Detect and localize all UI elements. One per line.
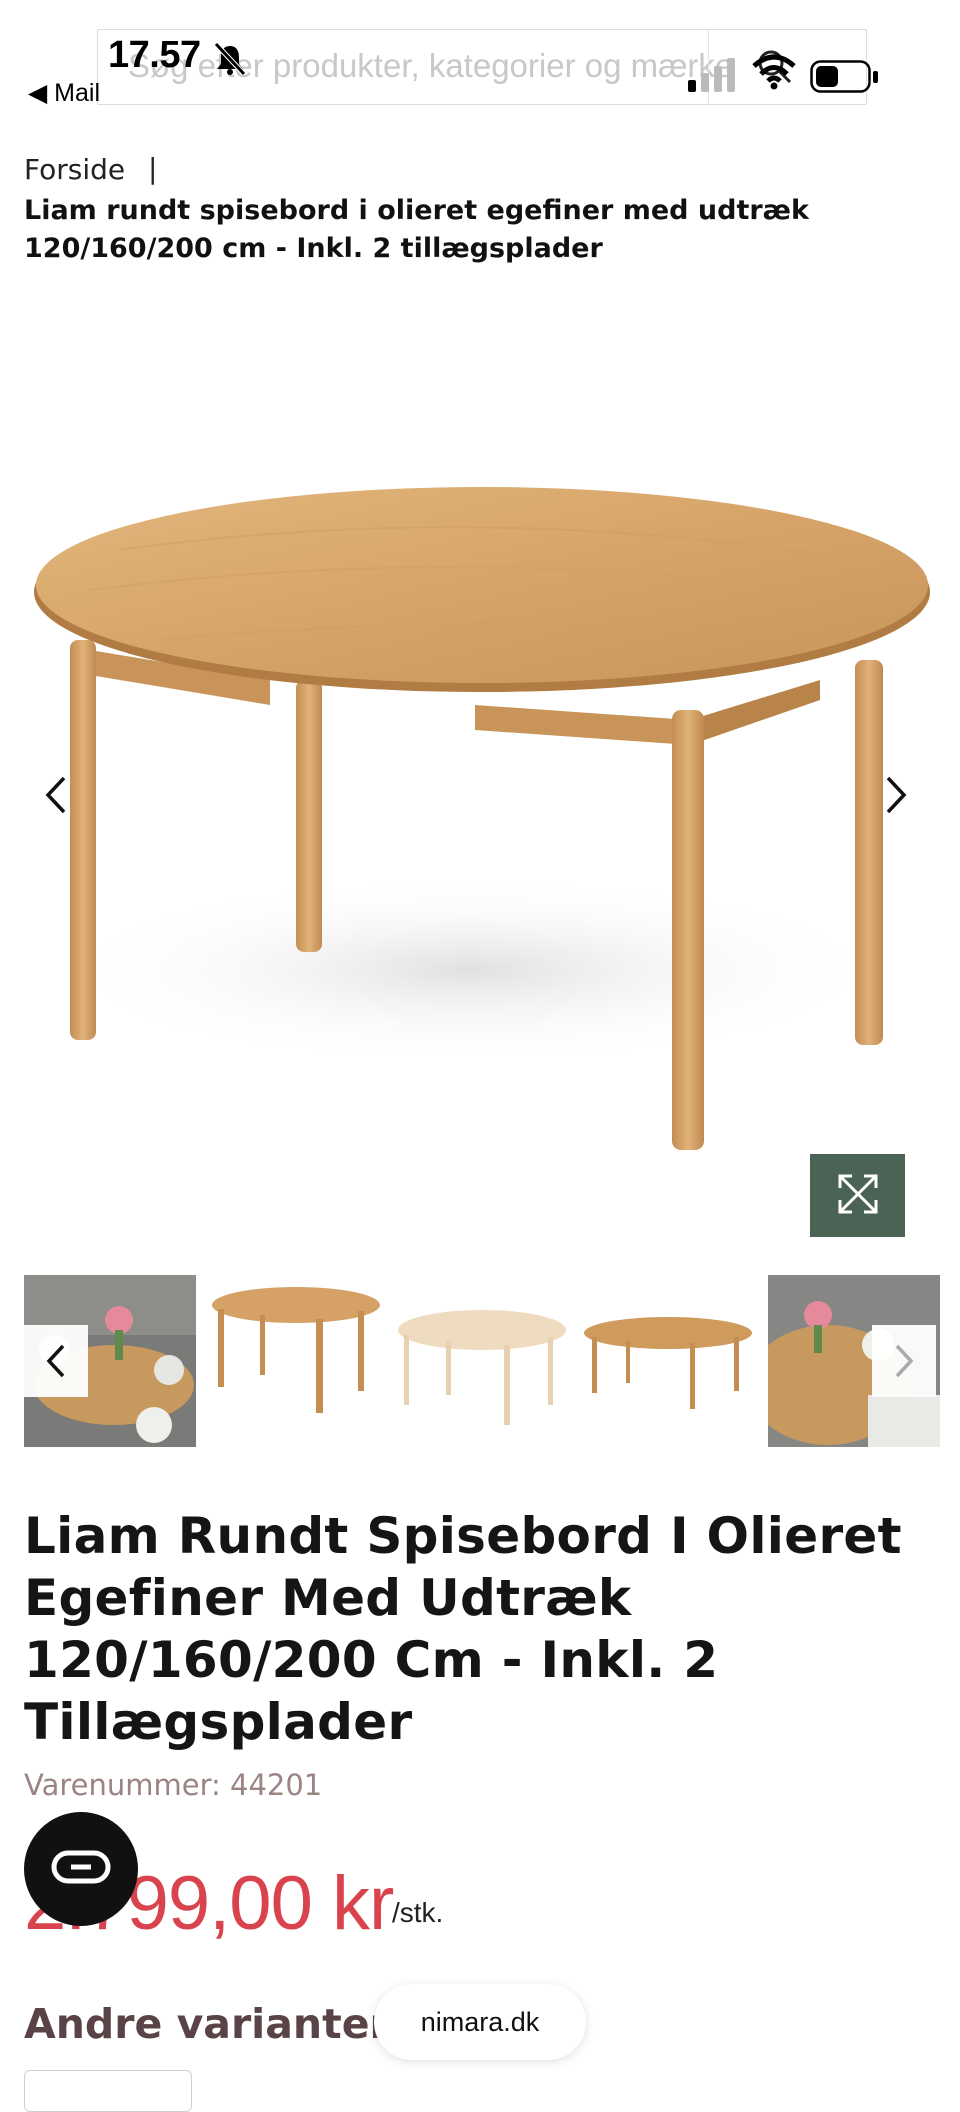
zoom-button[interactable]: [810, 1154, 905, 1237]
status-time: 17.57: [108, 34, 201, 76]
back-to-mail-link[interactable]: ◀ Mail: [28, 78, 100, 108]
expand-icon: [836, 1172, 880, 1220]
chat-button[interactable]: [24, 1812, 138, 1926]
chevron-left-icon[interactable]: [44, 775, 68, 819]
product-title: Liam Rundt Spisebord I Olieret Egefiner …: [24, 1507, 902, 1751]
thumbnail-next-button[interactable]: [872, 1325, 936, 1397]
thumbnail-strip: [24, 1275, 941, 1447]
chat-icon: [51, 1850, 111, 1888]
breadcrumb-home[interactable]: Forside: [24, 153, 125, 186]
product-main-image[interactable]: [0, 290, 960, 1250]
wifi-icon: [752, 54, 796, 94]
thumbnail-4[interactable]: [582, 1275, 754, 1447]
price-unit: /stk.: [392, 1897, 444, 1928]
breadcrumb-separator: |: [148, 152, 158, 185]
cellular-signal-icon: [688, 56, 736, 96]
bell-muted-icon: [212, 42, 248, 80]
thumbnail-3[interactable]: [396, 1275, 568, 1447]
variants-heading: Andre varianter: [24, 2000, 390, 2048]
variant-option[interactable]: [24, 2070, 192, 2112]
product-sku: Varenummer: 44201: [24, 1768, 323, 1802]
battery-icon: [810, 60, 880, 98]
browser-domain-pill[interactable]: nimara.dk: [374, 1984, 586, 2060]
chevron-right-icon[interactable]: [884, 775, 908, 819]
breadcrumb-current: Liam rundt spisebord i olieret egefiner …: [24, 195, 809, 264]
thumbnail-prev-button[interactable]: [24, 1325, 88, 1397]
thumbnail-2[interactable]: [210, 1275, 382, 1447]
